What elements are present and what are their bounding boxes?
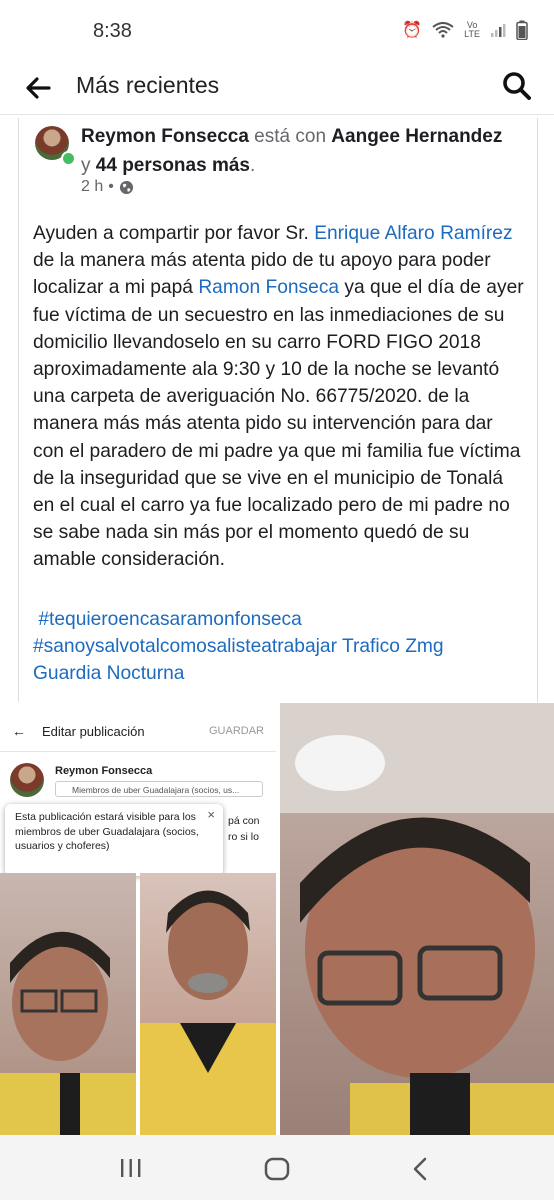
and-text: y [81,155,96,176]
alarm-icon: ⏰ [402,22,423,39]
body-text-3: ya que el día de ayer fue víctima de un … [33,277,524,571]
page-trafico[interactable]: Trafico Zmg [342,636,444,657]
photo-man-1 [0,873,136,1135]
editor-bar: ← Editar publicación GUARDAR [0,703,276,752]
editor-back-icon: ← [12,723,26,739]
hashtag-1[interactable]: #tequieroencasaramonfonseca [38,609,301,630]
tooltip-close-icon: × [207,807,215,822]
battery-icon [516,20,528,40]
status-icons: ⏰ Vo LTE [402,20,528,40]
page-title: Más recientes [76,72,220,98]
post-body: Ayuden a compartir por favor Sr. Enrique… [33,220,527,574]
globe-icon [119,180,133,194]
status-bar: 8:38 ⏰ Vo LTE [0,0,554,62]
photo-man-2 [140,873,276,1135]
photo-man-closeup [280,703,554,1135]
author-name[interactable]: Reymon Fonsecca [81,126,249,147]
others-count[interactable]: 44 personas más [96,155,250,176]
post-card: Reymon Fonsecca está con Aangee Hernande… [18,118,538,702]
system-nav-bar [0,1135,554,1200]
hashtag-2[interactable]: #sanoysalvotalcomosalisteatrabajar [33,636,337,657]
editor-tooltip: Esta publicación estará visible para los… [5,804,223,876]
recent-apps-icon[interactable] [118,1157,144,1179]
header-end: . [249,155,256,176]
volte-label: Vo LTE [464,21,480,39]
tagged-person[interactable]: Aangee Hernandez [331,126,502,147]
search-icon[interactable] [502,71,532,101]
post-meta: 2 h • [81,178,134,196]
tooltip-text: Esta publicación estará visible para los… [15,811,199,852]
editor-avatar [10,763,44,797]
back-arrow-icon[interactable] [24,74,52,102]
online-indicator [61,151,76,166]
editor-title: Editar publicación [42,724,145,739]
post-time[interactable]: 2 h [81,178,103,196]
with-text: está con [248,126,332,147]
mention-ramon[interactable]: Ramon Fonseca [198,277,339,298]
page-guardia[interactable]: Guardia Nocturna [33,663,184,684]
volte-bottom: LTE [464,29,480,39]
wifi-icon [432,22,454,38]
body-text-1: Ayuden a compartir por favor Sr. [33,223,315,244]
post-header: Reymon Fonsecca está con Aangee Hernande… [81,122,531,180]
embedded-screenshot[interactable]: ← Editar publicación GUARDAR Reymon Fons… [0,703,276,1135]
peek-line-1: pá con [228,815,260,827]
system-back-icon[interactable] [410,1157,432,1181]
signal-icon [491,24,506,37]
app-bar: Más recientes [0,62,554,115]
post-media[interactable]: ← Editar publicación GUARDAR Reymon Fons… [0,703,554,1135]
editor-save: GUARDAR [208,725,264,737]
status-time: 8:38 [93,20,132,42]
meta-separator: • [108,178,114,195]
peek-line-2: ro si lo [228,831,259,843]
editor-peek-text: pá con ro si lo [228,813,260,845]
home-icon[interactable] [264,1157,290,1181]
editor-author: Reymon Fonsecca [55,765,153,777]
mention-enrique[interactable]: Enrique Alfaro Ramírez [314,223,512,244]
hashtags: #tequieroencasaramonfonseca #sanoysalvot… [33,606,527,688]
editor-audience: Miembros de uber Guadalajara (socios, us… [55,781,263,797]
